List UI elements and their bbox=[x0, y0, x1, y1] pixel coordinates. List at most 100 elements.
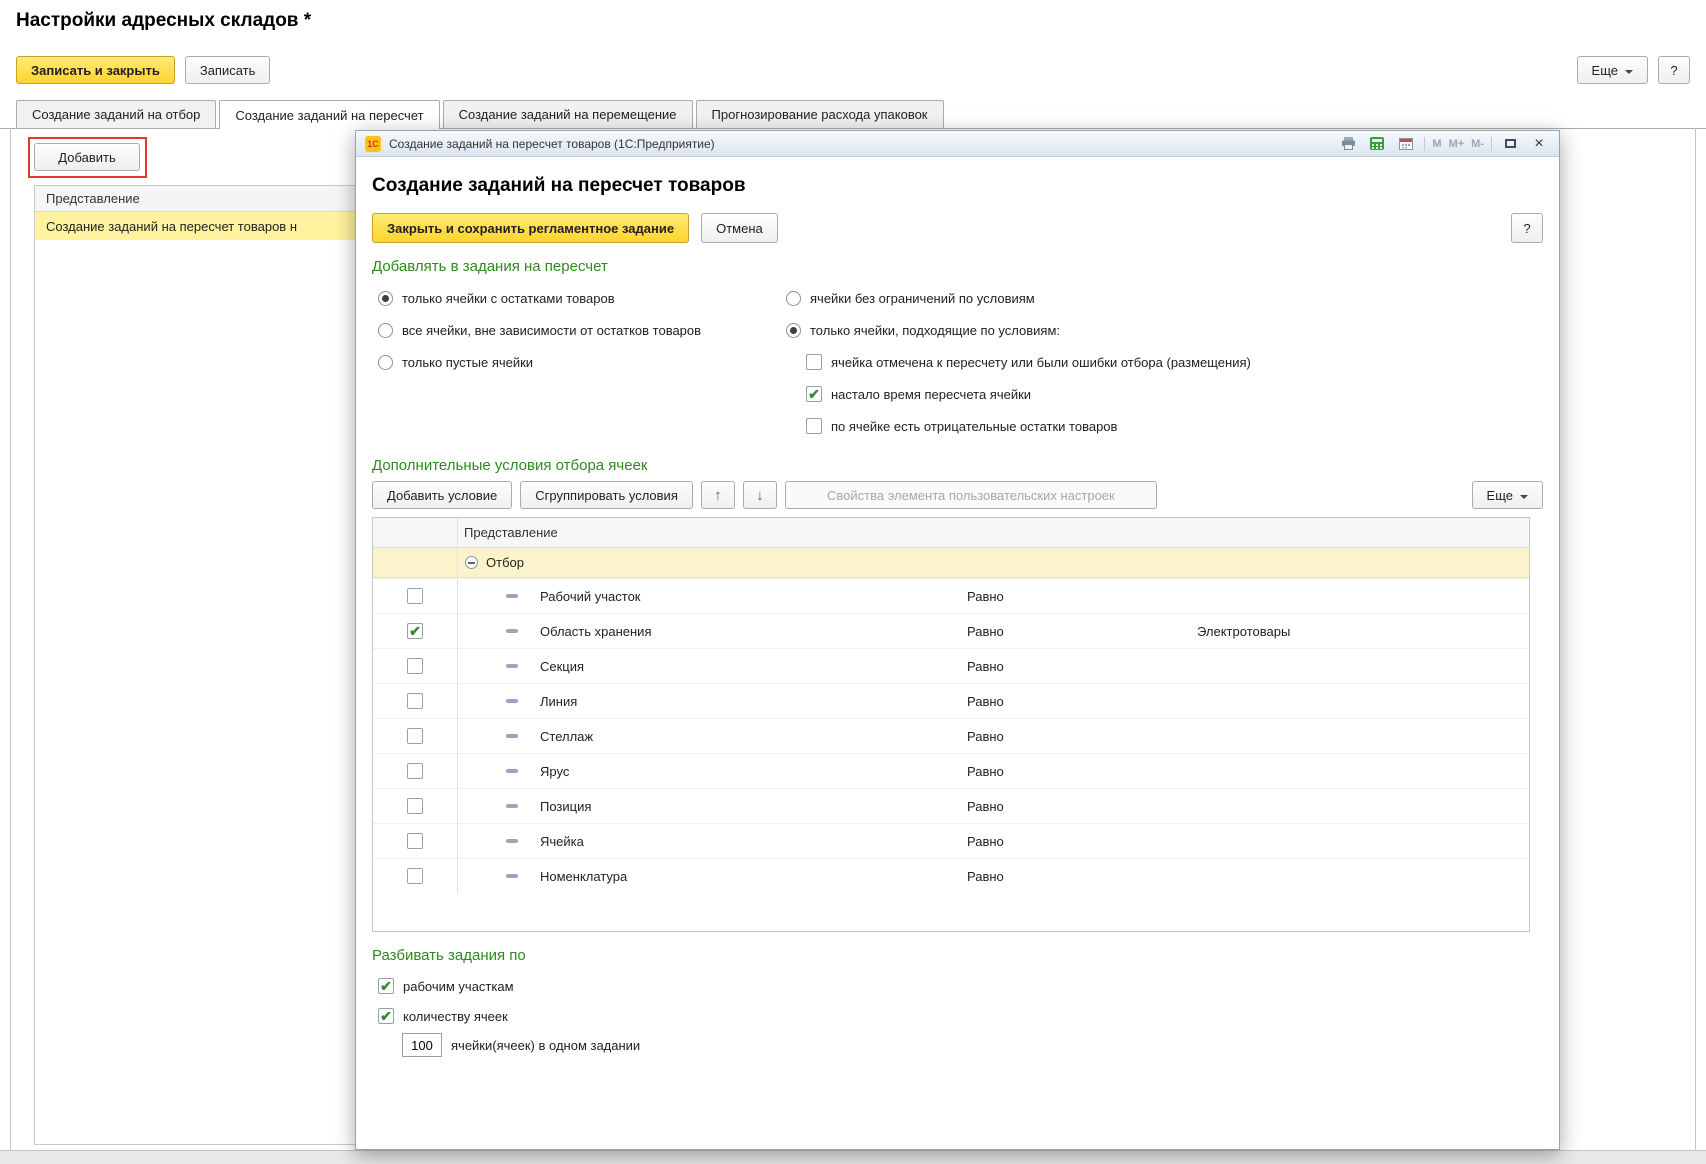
dialog-title: Создание заданий на пересчет товаров (1С… bbox=[389, 137, 715, 151]
checkbox-marked-for-recount[interactable] bbox=[806, 354, 822, 370]
conditions-table: Представление Отбор Рабочий участок Равн… bbox=[372, 517, 1530, 932]
radio-label: все ячейки, вне зависимости от остатков … bbox=[402, 323, 701, 338]
condition-item-icon bbox=[506, 734, 518, 738]
conditions-toolbar: Добавить условие Сгруппировать условия ↑… bbox=[372, 481, 1543, 509]
checkbox-negative-stock[interactable] bbox=[806, 418, 822, 434]
radio-empty-cells-only[interactable] bbox=[378, 355, 393, 370]
calculator-icon[interactable] bbox=[1366, 135, 1388, 153]
checkbox-label: ячейка отмечена к пересчету или были оши… bbox=[831, 355, 1251, 370]
tab-create-move-tasks[interactable]: Создание заданий на перемещение bbox=[443, 100, 693, 128]
condition-row[interactable]: Ярус Равно bbox=[373, 753, 1529, 788]
move-down-button[interactable]: ↓ bbox=[743, 481, 777, 509]
calendar-icon[interactable] bbox=[1395, 135, 1417, 153]
arrow-down-icon: ↓ bbox=[756, 488, 764, 503]
condition-field: Область хранения bbox=[540, 624, 651, 639]
condition-value bbox=[1193, 824, 1529, 858]
radio-all-cells[interactable] bbox=[378, 323, 393, 338]
tab-create-pick-tasks[interactable]: Создание заданий на отбор bbox=[16, 100, 216, 128]
help-button[interactable]: ? bbox=[1658, 56, 1690, 84]
condition-value bbox=[1193, 579, 1529, 613]
cancel-button[interactable]: Отмена bbox=[701, 213, 778, 243]
condition-row[interactable]: Позиция Равно bbox=[373, 788, 1529, 823]
condition-row[interactable]: Номенклатура Равно bbox=[373, 858, 1529, 893]
add-condition-button[interactable]: Добавить условие bbox=[372, 481, 512, 509]
group-conditions-button[interactable]: Сгруппировать условия bbox=[520, 481, 693, 509]
condition-field: Ярус bbox=[540, 764, 569, 779]
close-and-save-job-button[interactable]: Закрыть и сохранить регламентное задание bbox=[372, 213, 689, 243]
radio-cells-no-conditions[interactable] bbox=[786, 291, 801, 306]
row-checkbox[interactable] bbox=[407, 588, 423, 604]
radio-cells-with-stock[interactable] bbox=[378, 291, 393, 306]
condition-item-icon bbox=[506, 594, 518, 598]
condition-value bbox=[1193, 789, 1529, 823]
row-checkbox[interactable] bbox=[407, 623, 423, 639]
cells-per-task-row: ячейки(ячеек) в одном задании bbox=[402, 1033, 1543, 1057]
titlebar-separator bbox=[1491, 137, 1492, 151]
app-window: Настройки адресных складов * Записать и … bbox=[0, 0, 1706, 1164]
more-button[interactable]: Еще bbox=[1577, 56, 1648, 84]
arrow-up-icon: ↑ bbox=[714, 488, 722, 503]
row-checkbox[interactable] bbox=[407, 728, 423, 744]
condition-value: Электротовары bbox=[1193, 614, 1529, 648]
titlebar-icons: M M+ M- bbox=[1337, 135, 1550, 153]
checkbox-label: рабочим участкам bbox=[403, 979, 514, 994]
checkbox-by-work-areas[interactable] bbox=[378, 978, 394, 994]
condition-value bbox=[1193, 649, 1529, 683]
radio-label: только пустые ячейки bbox=[402, 355, 533, 370]
checkbox-column-header[interactable] bbox=[373, 518, 458, 547]
condition-operator: Равно bbox=[963, 579, 1193, 613]
condition-row[interactable]: Область хранения Равно Электротовары bbox=[373, 613, 1529, 648]
condition-row[interactable]: Рабочий участок Равно bbox=[373, 578, 1529, 613]
option-row: настало время пересчета ячейки bbox=[806, 378, 1543, 410]
row-checkbox[interactable] bbox=[407, 868, 423, 884]
filter-group-row[interactable]: Отбор bbox=[373, 548, 1529, 578]
1c-app-icon bbox=[365, 136, 381, 152]
dialog-titlebar[interactable]: Создание заданий на пересчет товаров (1С… bbox=[356, 131, 1559, 157]
more-button-label: Еще bbox=[1487, 488, 1513, 503]
condition-row[interactable]: Секция Равно bbox=[373, 648, 1529, 683]
condition-row[interactable]: Линия Равно bbox=[373, 683, 1529, 718]
add-button[interactable]: Добавить bbox=[34, 143, 140, 171]
collapse-group-icon[interactable] bbox=[465, 556, 478, 569]
tab-create-recount-tasks[interactable]: Создание заданий на пересчет bbox=[219, 100, 439, 129]
maximize-icon[interactable] bbox=[1499, 135, 1521, 153]
condition-field: Позиция bbox=[540, 799, 591, 814]
option-row: только ячейки, подходящие по условиям: bbox=[786, 314, 1543, 346]
condition-operator: Равно bbox=[963, 684, 1193, 718]
chevron-down-icon bbox=[1625, 70, 1633, 78]
row-checkbox[interactable] bbox=[407, 763, 423, 779]
condition-item-icon bbox=[506, 839, 518, 843]
condition-operator: Равно bbox=[963, 719, 1193, 753]
memory-m-plus-button[interactable]: M+ bbox=[1449, 138, 1465, 150]
memory-m-minus-button[interactable]: M- bbox=[1471, 138, 1484, 150]
condition-item-icon bbox=[506, 874, 518, 878]
condition-row[interactable]: Стеллаж Равно bbox=[373, 718, 1529, 753]
checkbox-recount-time-due[interactable] bbox=[806, 386, 822, 402]
row-checkbox[interactable] bbox=[407, 693, 423, 709]
condition-operator: Равно bbox=[963, 859, 1193, 893]
window-bottom-edge bbox=[0, 1150, 1706, 1164]
row-checkbox[interactable] bbox=[407, 833, 423, 849]
cells-per-task-input[interactable] bbox=[402, 1033, 442, 1057]
move-up-button[interactable]: ↑ bbox=[701, 481, 735, 509]
row-checkbox[interactable] bbox=[407, 798, 423, 814]
condition-row[interactable]: Ячейка Равно bbox=[373, 823, 1529, 858]
option-row: ячейки без ограничений по условиям bbox=[786, 282, 1543, 314]
condition-field: Ячейка bbox=[540, 834, 584, 849]
chevron-down-icon bbox=[1520, 495, 1528, 503]
recount-options: только ячейки с остатками товаров все яч… bbox=[372, 282, 1543, 442]
dialog-help-button[interactable]: ? bbox=[1511, 213, 1543, 243]
checkbox-by-cell-count[interactable] bbox=[378, 1008, 394, 1024]
save-and-close-button[interactable]: Записать и закрыть bbox=[16, 56, 175, 84]
conditions-more-button[interactable]: Еще bbox=[1472, 481, 1543, 509]
print-icon[interactable] bbox=[1337, 135, 1359, 153]
column-header-representation[interactable]: Представление bbox=[458, 518, 558, 547]
memory-m-button[interactable]: M bbox=[1432, 138, 1441, 150]
section-title-add-to-tasks: Добавлять в задания на пересчет bbox=[372, 258, 1543, 275]
close-icon[interactable] bbox=[1528, 135, 1550, 153]
save-button[interactable]: Записать bbox=[185, 56, 271, 84]
user-settings-properties-button[interactable]: Свойства элемента пользовательских настр… bbox=[785, 481, 1157, 509]
tab-packaging-forecast[interactable]: Прогнозирование расхода упаковок bbox=[696, 100, 944, 128]
row-checkbox[interactable] bbox=[407, 658, 423, 674]
radio-cells-matching-conditions[interactable] bbox=[786, 323, 801, 338]
